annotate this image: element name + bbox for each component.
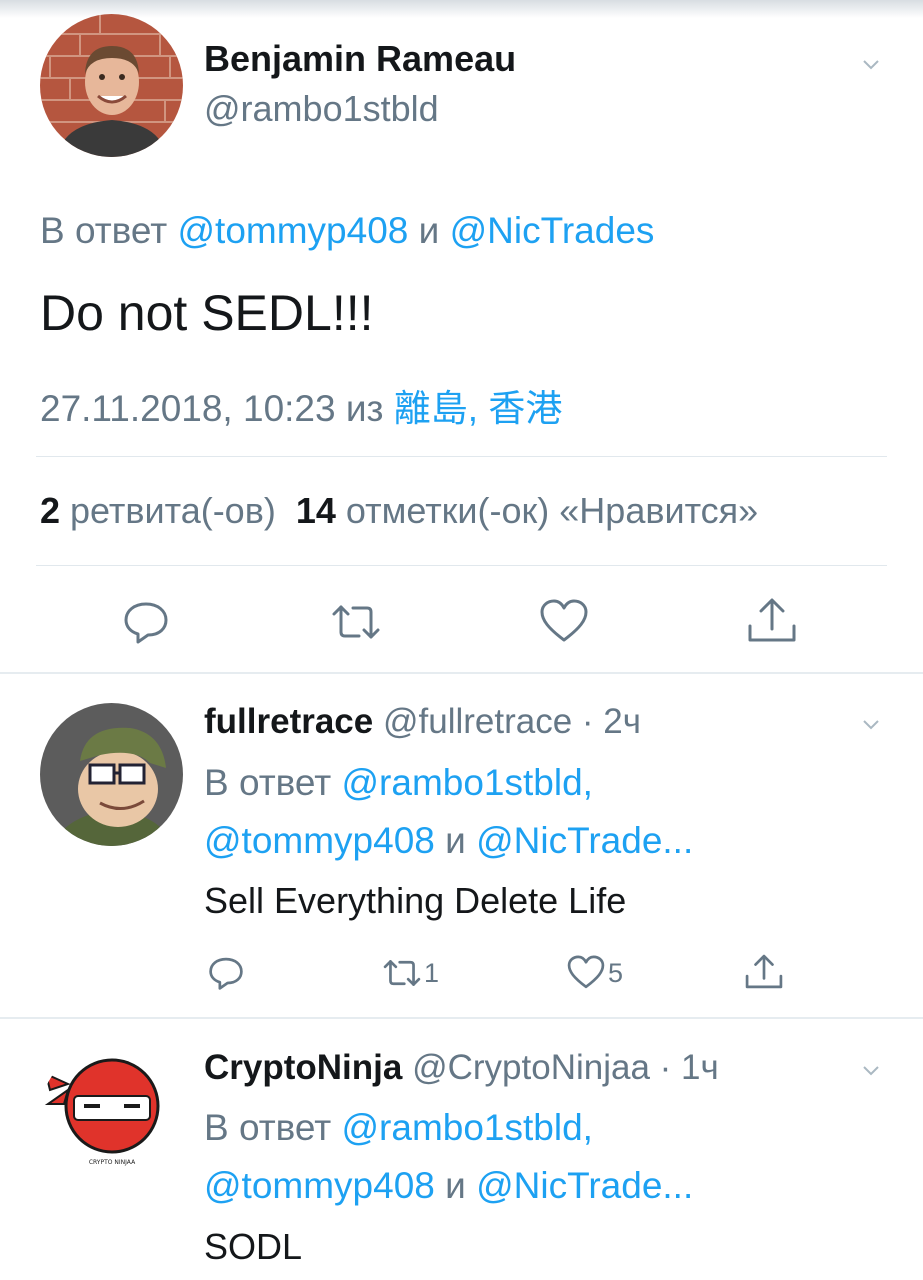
likes-label: отметки(-ок) «Нравится» bbox=[335, 490, 759, 531]
share-action[interactable] bbox=[744, 953, 784, 993]
top-shadow bbox=[0, 0, 923, 18]
tweet-text: Do not SEDL!!! bbox=[40, 285, 374, 341]
reply-context: В ответ @rambo1stbld, @tommyp408 и @NicTr… bbox=[204, 754, 693, 870]
user-name[interactable]: Benjamin Rameau bbox=[204, 38, 516, 80]
mention-link[interactable]: @NicTrade... bbox=[476, 1165, 693, 1206]
reply-prefix: В ответ bbox=[204, 1107, 342, 1148]
reply-and: и bbox=[434, 1165, 477, 1206]
mention-link[interactable]: @rambo1stbld, bbox=[342, 1107, 593, 1148]
reply-header: CryptoNinja @CryptoNinjaa · 1ч bbox=[204, 1048, 719, 1088]
reply-and: и bbox=[408, 210, 450, 251]
like-action[interactable]: 5 bbox=[566, 953, 623, 993]
avatar[interactable] bbox=[40, 703, 183, 846]
retweet-icon[interactable] bbox=[330, 596, 382, 648]
share-icon[interactable] bbox=[746, 596, 798, 648]
reply-icon bbox=[209, 957, 243, 990]
location-link[interactable]: 離島, 香港 bbox=[394, 388, 563, 429]
avatar[interactable]: CRYPTO NINJAA bbox=[40, 1044, 183, 1187]
like-icon bbox=[567, 955, 605, 989]
mention-link[interactable]: @rambo1stbld, bbox=[342, 762, 593, 803]
from-word: из bbox=[335, 388, 394, 429]
divider bbox=[0, 1017, 923, 1019]
reply-icon[interactable] bbox=[120, 596, 172, 648]
timestamp: 27.11.2018, 10:23 bbox=[40, 388, 336, 429]
like-icon[interactable] bbox=[538, 596, 590, 648]
avatar-caption: CRYPTO NINJAA bbox=[89, 1159, 136, 1166]
tweet-text: Sell Everything Delete Life bbox=[204, 880, 627, 921]
reply-and: и bbox=[434, 820, 477, 861]
retweet-icon bbox=[383, 960, 421, 986]
reply-prefix: В ответ bbox=[204, 762, 342, 803]
relative-time: · 1ч bbox=[649, 1048, 719, 1087]
tweet-stats: 2 ретвита(-ов) 14 отметки(-ок) «Нравится… bbox=[40, 490, 758, 532]
user-handle[interactable]: @CryptoNinjaa bbox=[402, 1048, 650, 1087]
user-name[interactable]: CryptoNinja bbox=[204, 1048, 402, 1087]
likes-count: 14 bbox=[295, 490, 336, 531]
reply-header: fullretrace @fullretrace · 2ч bbox=[204, 702, 641, 742]
chevron-down-icon[interactable] bbox=[862, 56, 880, 74]
mention-link[interactable]: @tommyp408 bbox=[204, 820, 435, 861]
reply-action[interactable] bbox=[206, 953, 246, 993]
mention-link[interactable]: @tommyp408 bbox=[204, 1165, 435, 1206]
retweets-stat[interactable]: 2 ретвита(-ов) bbox=[40, 490, 276, 531]
chevron-down-icon[interactable] bbox=[862, 716, 880, 734]
retweet-count: 1 bbox=[424, 957, 440, 988]
user-name[interactable]: fullretrace bbox=[204, 702, 373, 741]
relative-time: · 2ч bbox=[572, 702, 641, 741]
tweet-text: SODL bbox=[204, 1226, 303, 1267]
retweets-count: 2 bbox=[40, 490, 61, 531]
divider bbox=[36, 565, 887, 566]
like-count: 5 bbox=[608, 957, 624, 988]
mention-link[interactable]: @NicTrade... bbox=[476, 820, 693, 861]
mention-link[interactable]: @tommyp408 bbox=[178, 210, 409, 251]
retweets-label: ретвита(-ов) bbox=[60, 490, 276, 531]
reply-context: В ответ @tommyp408 и @NicTrades bbox=[40, 210, 654, 252]
reply-prefix: В ответ bbox=[40, 210, 178, 251]
avatar[interactable] bbox=[40, 14, 183, 157]
divider bbox=[0, 672, 923, 674]
reply-context: В ответ @rambo1stbld, @tommyp408 и @NicTr… bbox=[204, 1099, 693, 1215]
user-handle[interactable]: @rambo1stbld bbox=[204, 88, 439, 130]
retweet-action[interactable]: 1 bbox=[382, 953, 439, 993]
chevron-down-icon[interactable] bbox=[862, 1062, 880, 1080]
likes-stat[interactable]: 14 отметки(-ок) «Нравится» bbox=[296, 490, 758, 531]
divider bbox=[36, 456, 887, 457]
share-icon bbox=[745, 954, 783, 989]
user-handle[interactable]: @fullretrace bbox=[373, 702, 572, 741]
mention-link[interactable]: @NicTrades bbox=[450, 210, 655, 251]
tweet-meta: 27.11.2018, 10:23 из 離島, 香港 bbox=[40, 378, 562, 432]
